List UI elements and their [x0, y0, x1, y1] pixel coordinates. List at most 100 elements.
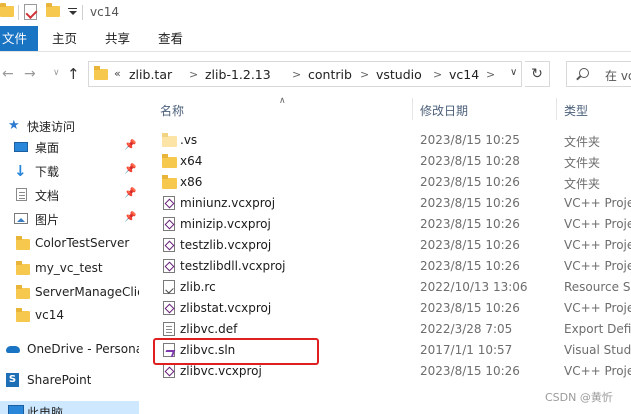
- sidebar-item-label: OneDrive - Persona: [27, 342, 139, 356]
- pin-icon[interactable]: 📌: [124, 188, 136, 199]
- breadcrumb-separator-icon[interactable]: >: [360, 68, 369, 81]
- breadcrumb-vstudio[interactable]: vstudio: [376, 67, 422, 82]
- sidebar-item-quick-access[interactable]: ★ 快速访问: [0, 115, 139, 137]
- sidebar-item-servermanageclient[interactable]: ServerManageClie: [0, 282, 139, 304]
- breadcrumb-separator-icon[interactable]: >: [486, 68, 495, 81]
- properties-check-icon[interactable]: [24, 4, 37, 20]
- breadcrumb-overflow[interactable]: «: [114, 67, 121, 80]
- sidebar-item-this-pc[interactable]: 此电脑: [0, 401, 139, 414]
- breadcrumb-separator-icon[interactable]: >: [189, 68, 198, 81]
- refresh-icon: ↻: [531, 66, 543, 82]
- tab-view[interactable]: 查看: [158, 26, 183, 51]
- sidebar-item-my-vc-test[interactable]: my_vc_test: [0, 258, 139, 280]
- onedrive-cloud-icon: [6, 346, 20, 353]
- file-type: VC++ Proje: [564, 238, 631, 252]
- file-row[interactable]: zlib.rc 2022/10/13 13:06 Resource S: [154, 277, 631, 298]
- new-folder-icon[interactable]: [46, 3, 60, 17]
- breadcrumb-contrib[interactable]: contrib: [308, 67, 352, 82]
- sharepoint-icon: S: [6, 373, 19, 387]
- address-history-chevron-icon[interactable]: ∨: [510, 67, 517, 78]
- breadcrumb-separator-icon[interactable]: >: [292, 68, 301, 81]
- customize-dropdown-icon[interactable]: [68, 6, 77, 18]
- column-header-date[interactable]: 修改日期: [420, 102, 468, 119]
- pin-icon[interactable]: 📌: [124, 212, 136, 223]
- sidebar-item-documents[interactable]: 文档 📌: [0, 184, 139, 206]
- column-header-type[interactable]: 类型: [564, 102, 588, 119]
- file-name: x86: [180, 175, 203, 189]
- desktop-icon: [14, 142, 28, 152]
- file-name: zlibstat.vcxproj: [180, 301, 272, 315]
- vcxproj-icon: [163, 238, 175, 252]
- sidebar-item-desktop[interactable]: 桌面 📌: [0, 136, 139, 158]
- ribbon-tabs: 文件 主页 共享 查看: [0, 26, 631, 52]
- sidebar-item-sharepoint[interactable]: S SharePoint: [0, 370, 139, 392]
- file-row[interactable]: testzlib.vcxproj 2023/8/15 10:26 VC++ Pr…: [154, 235, 631, 256]
- file-date: 2023/8/15 10:26: [420, 217, 520, 231]
- column-divider[interactable]: [556, 98, 557, 120]
- file-row[interactable]: zlibstat.vcxproj 2023/8/15 10:26 VC++ Pr…: [154, 298, 631, 319]
- folder-icon: [16, 285, 30, 299]
- sidebar-item-label: 快速访问: [27, 120, 76, 134]
- file-type: VC++ Proje: [564, 196, 631, 210]
- folder-icon[interactable]: [0, 3, 14, 17]
- breadcrumb-zlib-version[interactable]: zlib-1.2.13: [205, 67, 271, 82]
- file-type: Export Defi: [564, 322, 631, 336]
- file-name: miniunz.vcxproj: [180, 196, 276, 210]
- tab-file[interactable]: 文件: [0, 26, 38, 51]
- file-date: 2017/1/1 10:57: [420, 343, 513, 357]
- folder-icon: [94, 66, 108, 80]
- column-header-name[interactable]: 名称: [160, 102, 184, 119]
- sidebar-item-colortestserver[interactable]: ColorTestServer: [0, 233, 139, 255]
- file-name: testzlib.vcxproj: [180, 238, 272, 252]
- pictures-icon: [14, 213, 28, 224]
- search-input[interactable]: 在 vc: [566, 61, 631, 87]
- sidebar-item-pictures[interactable]: 图片 📌: [0, 208, 139, 230]
- folder-icon: [162, 175, 177, 189]
- file-row[interactable]: x64 2023/8/15 10:28 文件夹: [154, 151, 631, 172]
- sidebar-item-downloads[interactable]: ↓ 下载 📌: [0, 160, 139, 182]
- sidebar-item-vc14[interactable]: vc14: [0, 305, 139, 327]
- tab-home[interactable]: 主页: [52, 26, 77, 51]
- file-name: .vs: [180, 133, 198, 147]
- sidebar-item-label: 图片: [35, 213, 60, 227]
- sidebar-item-label: 文档: [35, 189, 60, 203]
- column-divider[interactable]: [412, 98, 413, 120]
- sidebar-item-label: 下载: [35, 165, 60, 179]
- breadcrumb-zlib-tar[interactable]: zlib.tar: [129, 67, 172, 82]
- file-name: zlib.rc: [180, 280, 216, 294]
- vcxproj-icon: [163, 217, 175, 231]
- breadcrumb-separator-icon[interactable]: >: [433, 68, 442, 81]
- address-bar[interactable]: « zlib.tar > zlib-1.2.13 > contrib > vst…: [88, 61, 522, 87]
- file-row[interactable]: miniunz.vcxproj 2023/8/15 10:26 VC++ Pro…: [154, 193, 631, 214]
- file-type: VC++ Proje: [564, 259, 631, 273]
- file-date: 2023/8/15 10:26: [420, 175, 520, 189]
- file-row[interactable]: minizip.vcxproj 2023/8/15 10:26 VC++ Pro…: [154, 214, 631, 235]
- vcxproj-icon: [163, 259, 175, 273]
- forward-arrow-icon[interactable]: →: [24, 66, 36, 82]
- file-row[interactable]: .vs 2023/8/15 10:25 文件夹: [154, 130, 631, 151]
- pin-icon[interactable]: 📌: [124, 164, 136, 175]
- file-row[interactable]: x86 2023/8/15 10:26 文件夹: [154, 172, 631, 193]
- file-date: 2023/8/15 10:25: [420, 133, 520, 147]
- file-type: Visual Studi: [564, 343, 631, 357]
- file-type: Resource S: [564, 280, 631, 294]
- tab-share[interactable]: 共享: [105, 26, 130, 51]
- file-date: 2023/8/15 10:26: [420, 259, 520, 273]
- file-name: zlibvc.def: [180, 322, 238, 336]
- file-row[interactable]: zlibvc.def 2022/3/28 7:05 Export Defi: [154, 319, 631, 340]
- file-type: VC++ Proje: [564, 364, 631, 378]
- back-arrow-icon[interactable]: ←: [2, 66, 14, 82]
- sidebar-item-onedrive[interactable]: OneDrive - Persona: [0, 339, 139, 361]
- file-type: VC++ Proje: [564, 301, 631, 315]
- pin-icon[interactable]: 📌: [124, 140, 136, 151]
- star-icon: ★: [8, 118, 20, 133]
- sidebar-item-label: vc14: [35, 308, 64, 322]
- navigation-pane: ★ 快速访问 桌面 📌 ↓ 下载 📌 文档 📌 图片 📌 ColorTestSe…: [0, 96, 139, 414]
- file-row[interactable]: testzlibdll.vcxproj 2023/8/15 10:26 VC++…: [154, 256, 631, 277]
- breadcrumb-vc14[interactable]: vc14: [449, 67, 479, 82]
- recent-locations-chevron-icon[interactable]: ∨: [53, 68, 60, 78]
- vcxproj-icon: [163, 301, 175, 315]
- file-list: ∧ 名称 修改日期 类型 .vs 2023/8/15 10:25 文件夹 x64…: [146, 96, 631, 414]
- up-arrow-icon[interactable]: ↑: [67, 65, 80, 83]
- refresh-button[interactable]: ↻: [525, 61, 550, 87]
